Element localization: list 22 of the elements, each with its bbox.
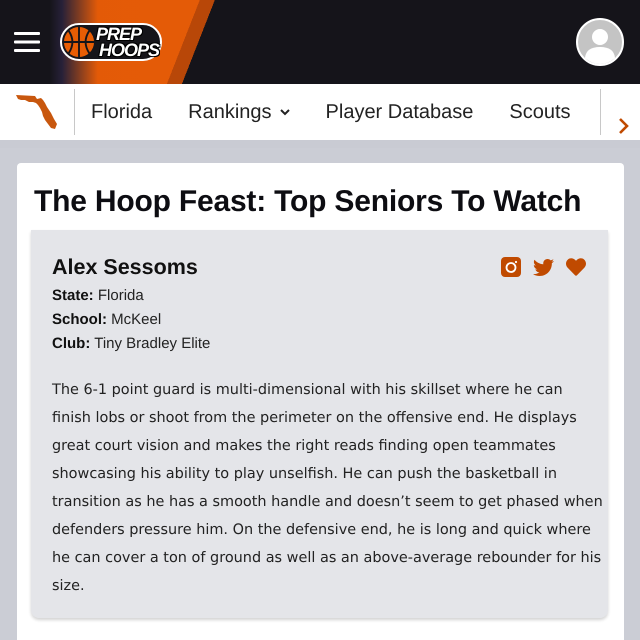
state-map-icon[interactable] bbox=[16, 94, 58, 130]
player-bio: The 6-1 point guard is multi-dimensional with his skillset where he can finish lobs or shoot from the perimeter on the offensive end. He displays great court vision and makes the right reads finding open teammates showcasing his ability to play unselfish. He can push the basketball in transition as he has a smooth handle and doesn’t seem to get phased when defenders pressure him. On the defensive end, he is long and quick where he can cover a ton of ground as well as an above-average rebounder for his size. bbox=[52, 381, 604, 596]
bird-icon[interactable] bbox=[533, 256, 554, 278]
menu-icon[interactable] bbox=[14, 32, 40, 52]
logo[interactable]: PREP HOOPS bbox=[60, 23, 162, 61]
basketball-icon bbox=[63, 26, 95, 58]
nav-link[interactable]: Rankings bbox=[188, 100, 290, 124]
article-title: The Hoop Feast: Top Seniors To Watch bbox=[34, 184, 582, 220]
logo-text: HOOPS bbox=[99, 42, 160, 58]
logo-text: PREP bbox=[96, 26, 142, 42]
nav-link[interactable]: Player Database bbox=[326, 100, 474, 124]
detail-line: School: McKeel bbox=[52, 310, 162, 330]
nav-link[interactable]: Scouts bbox=[509, 100, 571, 124]
nav-link[interactable]: Florida bbox=[91, 100, 152, 124]
heart-icon[interactable] bbox=[566, 257, 586, 277]
detail-line: Club: Tiny Bradley Elite bbox=[52, 334, 212, 354]
camera-icon[interactable] bbox=[501, 257, 521, 277]
chevron-down-icon bbox=[280, 108, 290, 116]
chevron-right-icon[interactable] bbox=[618, 117, 630, 135]
player-name: Alex Sessoms bbox=[52, 254, 198, 281]
detail-line: State: Florida bbox=[52, 286, 145, 306]
user-avatar-icon[interactable] bbox=[576, 18, 624, 66]
